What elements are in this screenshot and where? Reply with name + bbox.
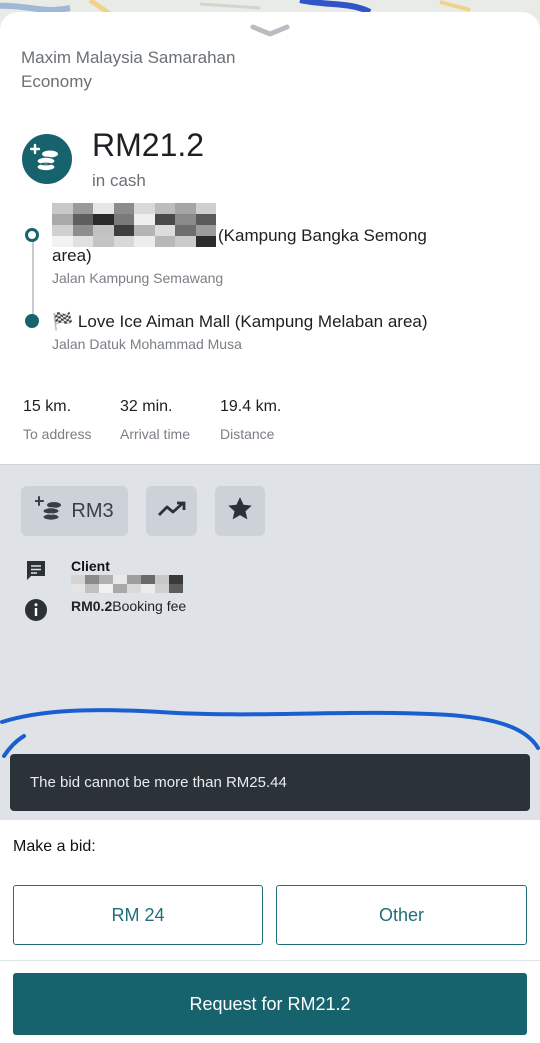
checkered-flag-icon: 🏁: [52, 312, 74, 331]
trending-chip[interactable]: [146, 486, 197, 536]
destination-street: Jalan Datuk Mohammad Musa: [52, 336, 242, 352]
stat-label: To address: [23, 426, 92, 442]
provider-info: Maxim Malaysia Samarahan Economy: [21, 46, 235, 94]
stat-label: Arrival time: [120, 426, 191, 442]
fare-amount: RM21.2: [92, 127, 205, 163]
redacted-client-name: [71, 575, 183, 593]
coins-plus-icon: [22, 134, 72, 184]
star-icon: [225, 494, 255, 529]
bid-option-button[interactable]: RM 24: [13, 885, 263, 945]
trending-up-icon: [157, 499, 187, 524]
stat-distance: 19.4 km. Distance: [220, 398, 281, 442]
bid-limit-toast: The bid cannot be more than RM25.44: [10, 754, 530, 811]
section-divider: [0, 464, 540, 465]
stat-value: 32 min.: [120, 398, 173, 415]
chat-icon[interactable]: [24, 559, 48, 583]
booking-fee: RM0.2Booking fee: [71, 598, 186, 614]
panel-divider: [0, 960, 540, 961]
bid-option-label: RM 24: [111, 904, 165, 925]
request-button[interactable]: Request for RM21.2: [13, 973, 527, 1035]
booking-fee-label: Booking fee: [112, 598, 187, 614]
info-icon[interactable]: [24, 598, 48, 622]
stat-value: 15 km.: [23, 398, 72, 415]
coins-plus-icon: [34, 495, 65, 528]
destination-name: Love Ice Aiman Mall (Kampung Melaban are…: [77, 312, 428, 331]
chevron-down-icon[interactable]: [250, 24, 290, 38]
request-label: Request for RM21.2: [189, 993, 351, 1014]
provider-name: Maxim Malaysia Samarahan: [21, 48, 236, 67]
tip-amount: RM3: [71, 499, 114, 522]
toast-message: The bid cannot be more than RM25.44: [30, 774, 287, 791]
stat-arrival-time: 32 min. Arrival time: [120, 398, 190, 442]
stat-to-address: 15 km. To address: [23, 398, 91, 442]
pickup-dot-icon: [25, 228, 39, 242]
payment-method: in cash: [92, 171, 146, 190]
pickup-address[interactable]: (Kampung Bangka Semong area): [52, 226, 452, 266]
pickup-street: Jalan Kampung Semawang: [52, 270, 224, 286]
stat-label: Distance: [220, 426, 275, 442]
route-connector: [32, 240, 34, 316]
bid-other-button[interactable]: Other: [276, 885, 527, 945]
client-label: Client: [71, 558, 110, 574]
tip-chip[interactable]: RM3: [21, 486, 128, 536]
bid-label: Make a bid:: [13, 838, 96, 855]
destination-address[interactable]: 🏁 Love Ice Aiman Mall (Kampung Melaban a…: [52, 312, 428, 332]
favorite-chip[interactable]: [215, 486, 265, 536]
bid-other-label: Other: [378, 904, 425, 925]
bid-panel: Make a bid: RM 24 Other Request for RM21…: [0, 820, 540, 1043]
stat-value: 19.4 km.: [220, 398, 282, 415]
destination-dot-icon: [25, 314, 39, 328]
tariff-name: Economy: [21, 72, 92, 91]
booking-fee-amount: RM0.2: [71, 598, 113, 614]
